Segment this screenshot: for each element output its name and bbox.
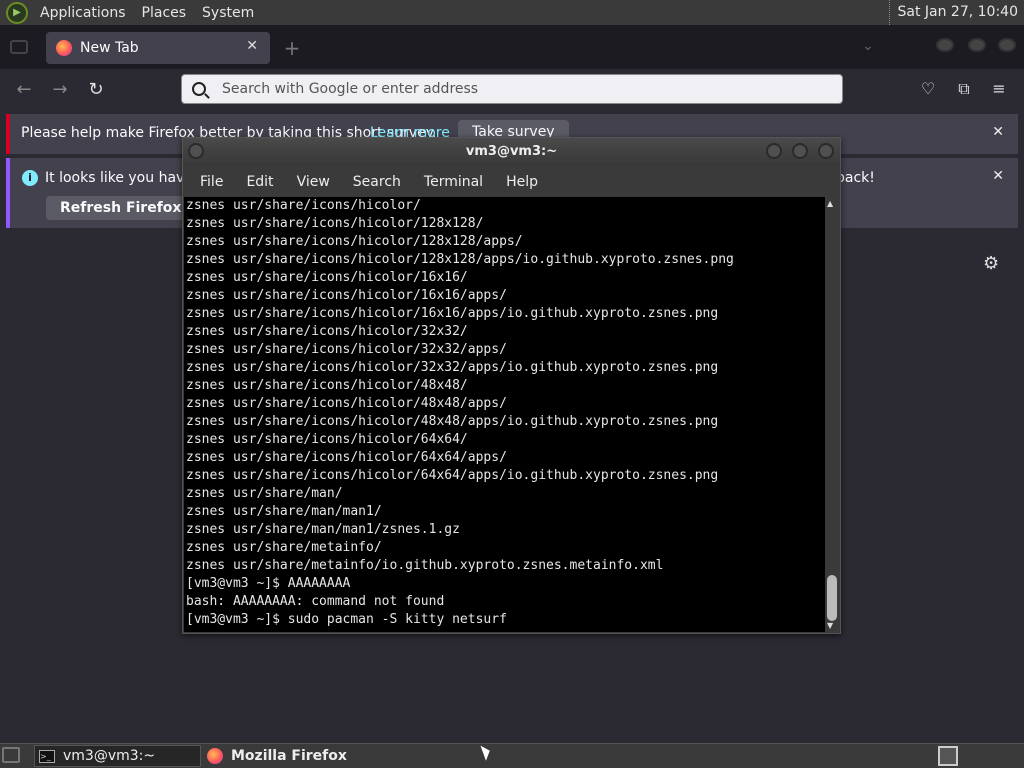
back-arrow-icon[interactable]: ← xyxy=(12,78,36,102)
taskbar-terminal-label: vm3@vm3:~ xyxy=(63,748,156,764)
terminal-line: zsnes usr/share/icons/hicolor/48x48/apps… xyxy=(186,396,507,411)
distro-logo-icon[interactable]: ▶ xyxy=(6,1,28,24)
scroll-up-icon[interactable]: ▲ xyxy=(827,199,833,208)
terminal-line: zsnes usr/share/icons/hicolor/48x48/apps… xyxy=(186,414,719,429)
terminal-line: zsnes usr/share/icons/hicolor/16x16/apps… xyxy=(186,288,507,303)
terminal-line: zsnes usr/share/icons/hicolor/32x32/apps… xyxy=(186,360,719,375)
pocket-icon[interactable]: ♡ xyxy=(919,80,937,98)
terminal-line: zsnes usr/share/man/man1/zsnes.1.gz xyxy=(186,522,460,537)
forward-arrow-icon[interactable]: → xyxy=(48,78,72,102)
minimize-window-button[interactable] xyxy=(936,38,954,52)
terminal-line: zsnes usr/share/icons/hicolor/64x64/apps… xyxy=(186,450,507,465)
taskbar-firefox-label: Mozilla Firefox xyxy=(231,748,347,764)
menu-system[interactable]: System xyxy=(196,5,260,21)
menu-search[interactable]: Search xyxy=(347,174,407,190)
terminal-scrollbar[interactable]: ▲ ▼ xyxy=(825,197,839,632)
terminal-icon: >_ xyxy=(39,749,55,763)
terminal-line: [vm3@vm3 ~]$ sudo pacman -S kitty netsur… xyxy=(186,612,507,627)
menu-help[interactable]: Help xyxy=(500,174,544,190)
menu-view[interactable]: View xyxy=(291,174,336,190)
search-icon xyxy=(192,82,206,96)
close-tab-icon[interactable]: ✕ xyxy=(246,38,258,54)
clock[interactable]: Sat Jan 27, 10:40 xyxy=(888,0,1018,25)
terminal-line: zsnes usr/share/icons/hicolor/16x16/ xyxy=(186,270,468,285)
gear-icon[interactable]: ⚙ xyxy=(983,253,999,274)
maximize-button[interactable] xyxy=(792,143,808,159)
menu-places[interactable]: Places xyxy=(136,5,193,21)
reload-icon[interactable]: ↻ xyxy=(84,78,108,102)
close-window-button[interactable] xyxy=(998,38,1016,52)
terminal-line: zsnes usr/share/man/man1/ xyxy=(186,504,382,519)
taskbar-item-terminal[interactable]: >_ vm3@vm3:~ xyxy=(34,745,201,767)
url-bar[interactable] xyxy=(181,74,843,104)
minimize-button[interactable] xyxy=(766,143,782,159)
new-tab-button[interactable]: + xyxy=(280,36,304,60)
terminal-line: zsnes usr/share/icons/hicolor/32x32/apps… xyxy=(186,342,507,357)
menu-edit[interactable]: Edit xyxy=(240,174,279,190)
firefox-view-icon[interactable] xyxy=(10,40,28,54)
terminal-line: zsnes usr/share/metainfo/io.github.xypro… xyxy=(186,558,664,573)
chevron-down-icon[interactable]: ⌄ xyxy=(862,38,874,54)
scrollbar-thumb[interactable] xyxy=(827,575,837,621)
terminal-line: zsnes usr/share/icons/hicolor/ xyxy=(186,198,421,213)
terminal-line: zsnes usr/share/icons/hicolor/48x48/ xyxy=(186,378,468,393)
terminal-line: zsnes usr/share/icons/hicolor/32x32/ xyxy=(186,324,468,339)
terminal-line: zsnes usr/share/man/ xyxy=(186,486,343,501)
close-button[interactable] xyxy=(818,143,834,159)
terminal-line: [vm3@vm3 ~]$ AAAAAAAA xyxy=(186,576,351,591)
taskbar-item-firefox[interactable]: Mozilla Firefox xyxy=(203,745,371,767)
menu-terminal[interactable]: Terminal xyxy=(418,174,489,190)
menu-applications[interactable]: Applications xyxy=(34,5,132,21)
scroll-down-icon[interactable]: ▼ xyxy=(827,621,833,630)
extensions-icon[interactable]: ⧉ xyxy=(955,80,973,98)
maximize-window-button[interactable] xyxy=(968,38,986,52)
terminal-window[interactable]: vm3@vm3:~ File Edit View Search Terminal… xyxy=(182,137,841,634)
terminal-line: zsnes usr/share/icons/hicolor/64x64/ xyxy=(186,432,468,447)
refresh-text-end: back! xyxy=(836,170,875,186)
top-panel: ▶ Applications Places System Sat Jan 27,… xyxy=(0,0,1024,25)
show-desktop-icon[interactable] xyxy=(2,747,20,763)
url-input[interactable] xyxy=(220,80,780,98)
terminal-line: zsnes usr/share/icons/hicolor/128x128/ap… xyxy=(186,234,523,249)
terminal-titlebar[interactable]: vm3@vm3:~ xyxy=(183,138,840,166)
tab-new-tab[interactable]: New Tab ✕ xyxy=(46,32,270,64)
terminal-line: zsnes usr/share/icons/hicolor/16x16/apps… xyxy=(186,306,719,321)
firefox-icon xyxy=(207,748,223,764)
terminal-output[interactable]: zsnes usr/share/icons/hicolor/zsnes usr/… xyxy=(184,197,826,632)
info-icon: i xyxy=(22,170,38,186)
menu-file[interactable]: File xyxy=(194,174,229,190)
terminal-line: bash: AAAAAAAA: command not found xyxy=(186,594,445,609)
terminal-menubar: File Edit View Search Terminal Help xyxy=(183,167,840,197)
close-refresh-icon[interactable]: ✕ xyxy=(992,168,1004,184)
terminal-line: zsnes usr/share/metainfo/ xyxy=(186,540,382,555)
firefox-icon xyxy=(56,40,72,56)
window-menu-button[interactable] xyxy=(188,143,204,159)
hamburger-menu-icon[interactable]: ≡ xyxy=(990,80,1008,98)
workspace-switcher[interactable] xyxy=(938,746,958,766)
terminal-title: vm3@vm3:~ xyxy=(465,144,558,159)
terminal-line: zsnes usr/share/icons/hicolor/128x128/ xyxy=(186,216,484,231)
close-survey-icon[interactable]: ✕ xyxy=(992,124,1004,140)
terminal-line: zsnes usr/share/icons/hicolor/128x128/ap… xyxy=(186,252,734,267)
tab-title: New Tab xyxy=(80,40,139,56)
terminal-line: zsnes usr/share/icons/hicolor/64x64/apps… xyxy=(186,468,719,483)
